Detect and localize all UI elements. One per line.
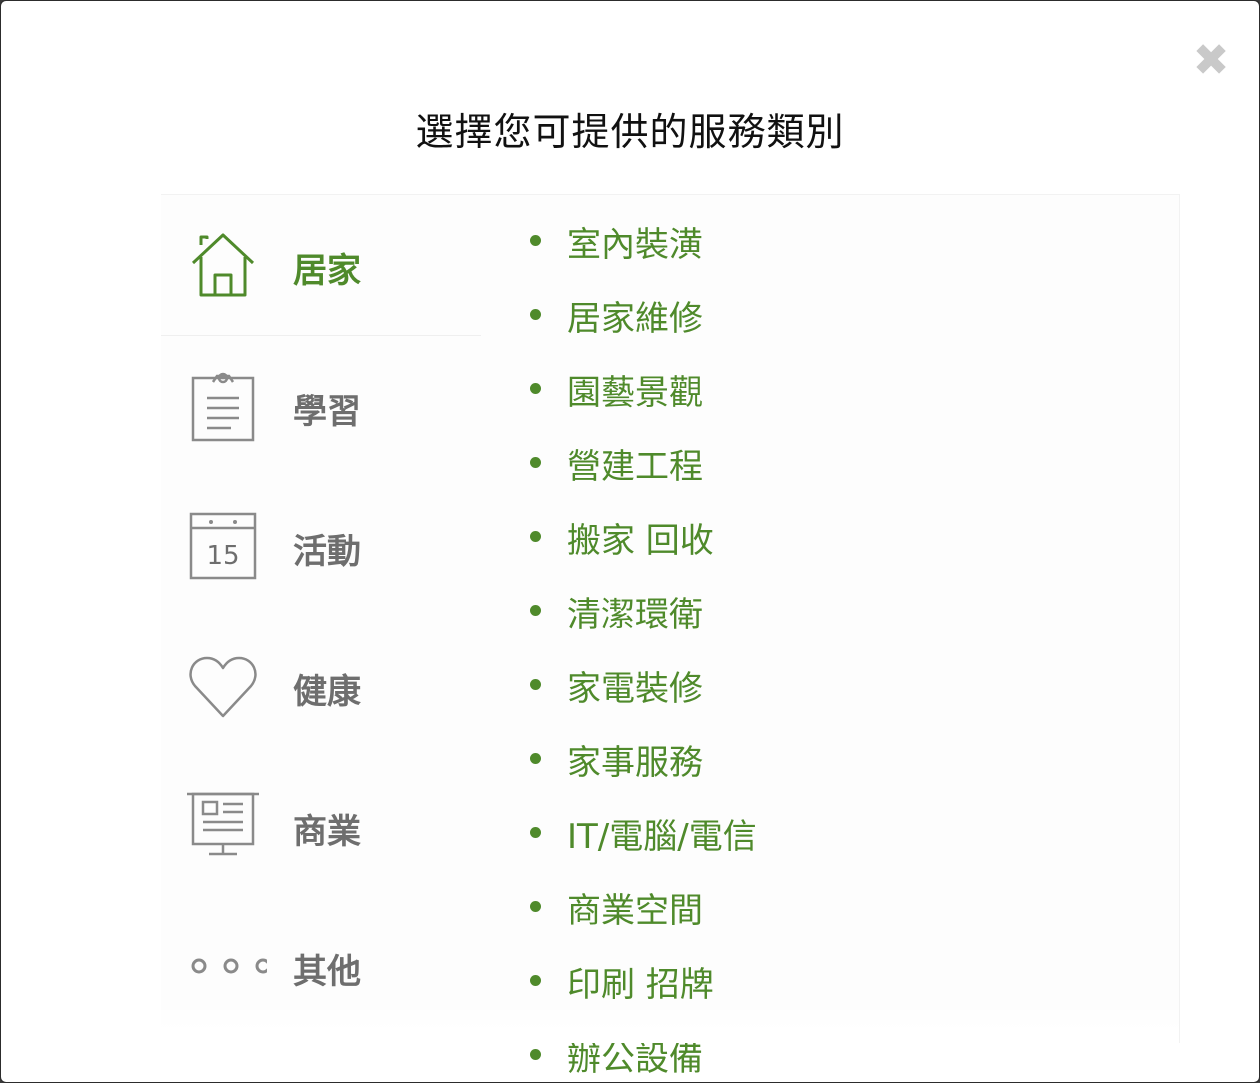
- more-dots-icon: [191, 958, 267, 974]
- bullet: [530, 827, 541, 838]
- calendar-date-text: 15: [206, 541, 239, 571]
- calendar-icon: 15: [189, 512, 257, 580]
- bullet: [530, 309, 541, 320]
- subcategory-label: 家事服務: [567, 743, 703, 783]
- category-label: 健康: [293, 672, 361, 712]
- subcategory-label: 清潔環衛: [567, 595, 703, 635]
- subcategory-label: 居家維修: [567, 299, 703, 339]
- subcategory-label: 園藝景觀: [567, 373, 703, 413]
- heart-icon: [189, 656, 257, 718]
- presentation-board-icon: [187, 792, 259, 856]
- bullet: [530, 457, 541, 468]
- house-icon: [191, 233, 255, 297]
- bullet: [530, 383, 541, 394]
- subcategory-item[interactable]: 家電裝修: [521, 647, 1121, 721]
- bullet: [530, 753, 541, 764]
- subcategory-label: 室內裝潢: [567, 225, 703, 265]
- category-label: 其他: [293, 952, 361, 992]
- subcategory-item[interactable]: 商業空間: [521, 869, 1121, 943]
- subcategory-label: 家電裝修: [567, 669, 703, 709]
- subcategory-item[interactable]: 搬家 回收: [521, 499, 1121, 573]
- subcategory-item[interactable]: 營建工程: [521, 425, 1121, 499]
- subcategory-label: 營建工程: [567, 447, 703, 487]
- category-other[interactable]: 其他: [161, 896, 481, 1036]
- bullet: [530, 679, 541, 690]
- category-label: 活動: [293, 532, 361, 572]
- subcategory-list: 室內裝潢 居家維修 園藝景觀 營建工程 搬家 回收 清潔環衛 家電裝修 家事服務…: [521, 203, 1121, 1082]
- subcategory-item[interactable]: 辦公設備: [521, 1017, 1121, 1082]
- category-label: 居家: [293, 251, 361, 291]
- subcategory-item[interactable]: 室內裝潢: [521, 203, 1121, 277]
- bullet: [530, 531, 541, 542]
- clipboard-icon: [191, 372, 255, 442]
- category-home[interactable]: 居家: [161, 195, 481, 336]
- category-label: 商業: [293, 812, 361, 852]
- category-events[interactable]: 15 活動: [161, 476, 481, 616]
- bullet: [530, 1049, 541, 1060]
- subcategory-label: 印刷 招牌: [567, 965, 714, 1005]
- subcategory-label: IT/電腦/電信: [567, 817, 757, 857]
- subcategory-item[interactable]: 居家維修: [521, 277, 1121, 351]
- bullet: [530, 975, 541, 986]
- bullet: [530, 901, 541, 912]
- subcategory-item[interactable]: 清潔環衛: [521, 573, 1121, 647]
- subcategory-item[interactable]: IT/電腦/電信: [521, 795, 1121, 869]
- subcategory-item[interactable]: 園藝景觀: [521, 351, 1121, 425]
- category-list: 居家 學習 15 活動 健康 商業 其他: [161, 195, 481, 1036]
- category-health[interactable]: 健康: [161, 616, 481, 756]
- dialog-title: 選擇您可提供的服務類別: [415, 110, 845, 154]
- category-panel: 居家 學習 15 活動 健康 商業 其他 室內裝潢 居家維修 園藝景觀 營建工程…: [161, 194, 1180, 1079]
- subcategory-label: 商業空間: [567, 891, 703, 931]
- category-label: 學習: [293, 392, 361, 432]
- subcategory-label: 搬家 回收: [567, 521, 714, 561]
- subcategory-label: 辦公設備: [567, 1039, 703, 1079]
- subcategory-item[interactable]: 印刷 招牌: [521, 943, 1121, 1017]
- subcategory-item[interactable]: 家事服務: [521, 721, 1121, 795]
- category-business[interactable]: 商業: [161, 756, 481, 896]
- category-learning[interactable]: 學習: [161, 336, 481, 476]
- bullet: [530, 605, 541, 616]
- service-category-dialog: ✖ 選擇您可提供的服務類別 居家 學習 15 活動 健康 商業 其他 室內裝潢 …: [0, 0, 1260, 1083]
- bullet: [530, 235, 541, 246]
- close-icon[interactable]: ✖: [1189, 39, 1233, 83]
